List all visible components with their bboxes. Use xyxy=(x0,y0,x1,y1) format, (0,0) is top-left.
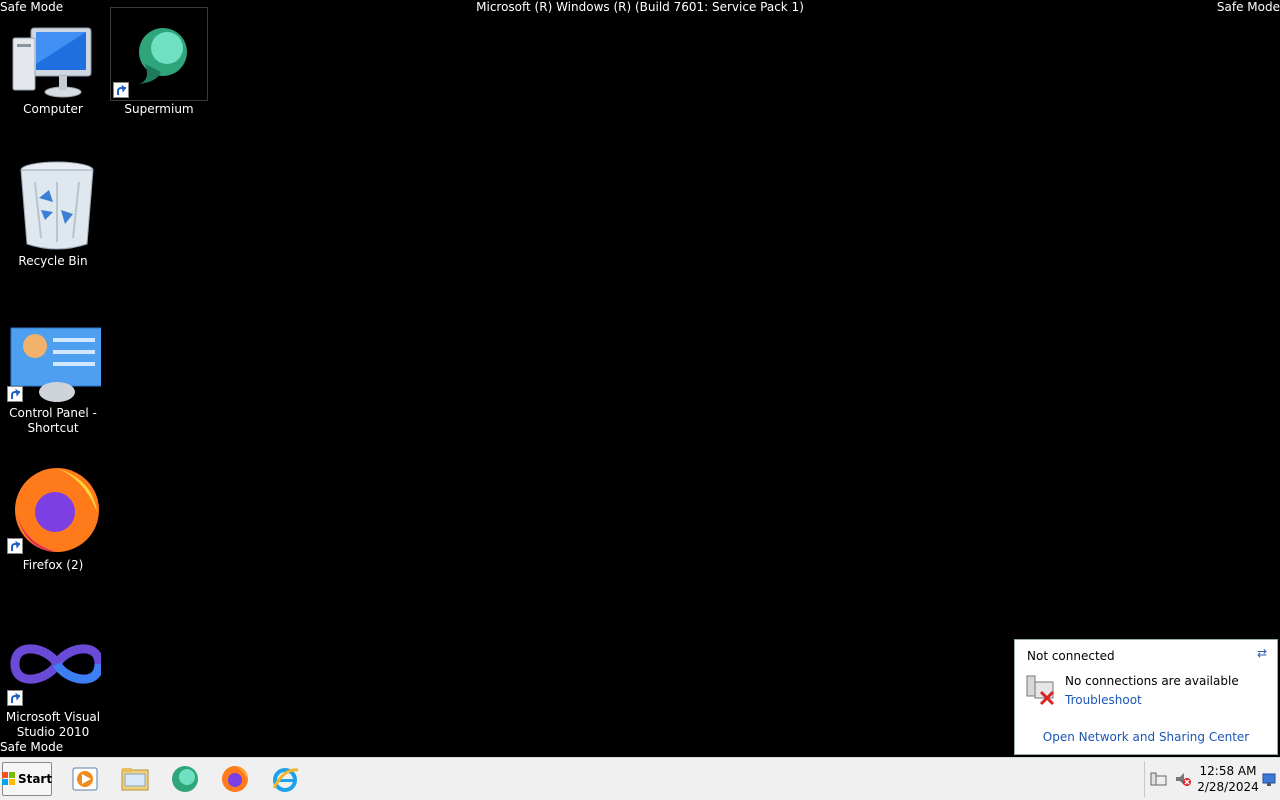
shortcut-arrow-icon xyxy=(7,538,23,554)
refresh-icon[interactable]: ⇄ xyxy=(1255,646,1269,660)
control-panel-icon xyxy=(5,326,104,404)
desktop-icon-firefox[interactable]: Firefox (2) xyxy=(0,460,106,573)
troubleshoot-link[interactable]: Troubleshoot xyxy=(1065,693,1142,707)
media-player-icon xyxy=(72,767,98,791)
safe-mode-label-top-right: Safe Mode xyxy=(1216,0,1280,14)
network-status-title: Not connected xyxy=(1027,649,1115,663)
clock-date: 2/28/2024 xyxy=(1197,780,1259,794)
taskbar-supermium[interactable] xyxy=(166,761,204,797)
firefox-icon xyxy=(222,766,248,792)
taskbar: Start 12:58 AM 2/28/2024 xyxy=(0,757,1280,800)
network-tray-icon[interactable] xyxy=(1150,770,1168,788)
shortcut-arrow-icon xyxy=(7,386,23,402)
clock[interactable]: 12:58 AM 2/28/2024 xyxy=(1194,763,1262,795)
firefox-icon xyxy=(5,460,101,556)
desktop-icon-supermium[interactable]: Supermium xyxy=(106,7,212,117)
desktop-icon-label: Supermium xyxy=(124,102,194,116)
supermium-icon xyxy=(110,7,208,101)
taskbar-firefox[interactable] xyxy=(216,761,254,797)
desktop-icon-computer[interactable]: Computer xyxy=(0,16,106,117)
recycle-bin-icon xyxy=(5,158,101,252)
taskbar-internet-explorer[interactable] xyxy=(266,761,304,797)
desktop-icon-visual-studio[interactable]: Microsoft Visual Studio 2010 xyxy=(0,630,106,740)
desktop-icon-label: Microsoft Visual Studio 2010 xyxy=(5,710,101,739)
tray-separator xyxy=(1144,761,1145,797)
volume-muted-icon[interactable] xyxy=(1174,770,1192,788)
open-network-center-link[interactable]: Open Network and Sharing Center xyxy=(1015,730,1277,744)
safe-mode-label-bottom-left: Safe Mode xyxy=(0,740,64,754)
desktop-icon-label: Recycle Bin xyxy=(18,254,88,268)
desktop-icon-label: Control Panel - Shortcut xyxy=(9,406,97,435)
start-button[interactable]: Start xyxy=(1,762,53,796)
network-flyout: Not connected ⇄ No connections are avail… xyxy=(1014,639,1278,755)
folder-icon xyxy=(121,768,149,791)
network-disconnected-icon xyxy=(1025,674,1057,706)
supermium-icon xyxy=(172,766,198,792)
start-label: Start xyxy=(17,772,53,786)
shortcut-arrow-icon xyxy=(113,82,129,98)
internet-explorer-icon xyxy=(272,768,299,792)
visual-studio-icon xyxy=(5,630,104,708)
desktop-icon-control-panel[interactable]: Control Panel - Shortcut xyxy=(0,326,106,436)
clock-time: 12:58 AM xyxy=(1199,764,1257,778)
desktop-icon-label: Firefox (2) xyxy=(22,558,84,572)
desktop-icon-label: Computer xyxy=(23,102,83,116)
monitor-icon xyxy=(1262,773,1276,786)
taskbar-media-player[interactable] xyxy=(66,761,104,797)
shortcut-arrow-icon xyxy=(7,690,23,706)
computer-icon xyxy=(5,16,101,100)
desktop-icon-recycle-bin[interactable]: Recycle Bin xyxy=(0,158,106,269)
network-message: No connections are available xyxy=(1065,674,1239,688)
windows-flag-icon xyxy=(1,772,16,786)
show-desktop-button[interactable] xyxy=(1262,764,1276,794)
taskbar-explorer[interactable] xyxy=(116,761,154,797)
